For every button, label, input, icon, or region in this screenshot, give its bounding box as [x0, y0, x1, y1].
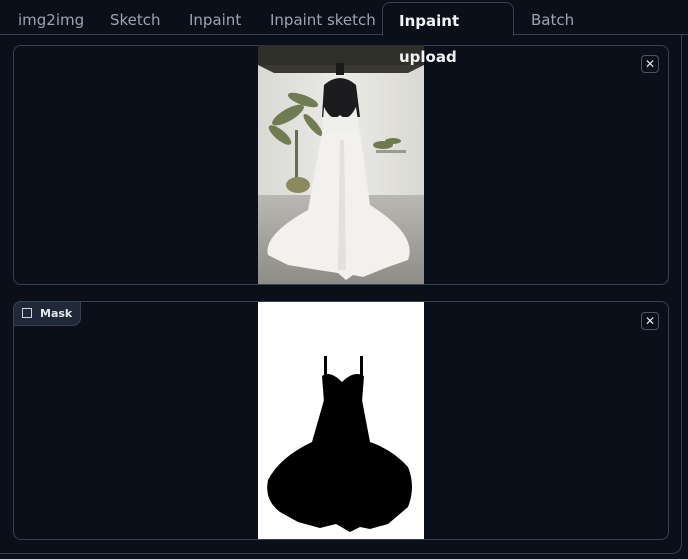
dress-mask-silhouette [258, 302, 424, 539]
mask-image [258, 302, 424, 539]
close-icon: ✕ [644, 314, 656, 328]
tab-inpaint-sketch[interactable]: Inpaint sketch [254, 2, 392, 35]
source-image [258, 45, 424, 284]
tab-inpaint[interactable]: Inpaint [173, 2, 257, 35]
tab-inpaint-upload[interactable]: Inpaint upload [382, 2, 514, 66]
clear-mask-button[interactable]: ✕ [641, 312, 659, 330]
mask-label-text: Mask [40, 307, 73, 320]
mask-label: Mask [13, 301, 82, 326]
image-icon [22, 308, 32, 318]
tab-batch[interactable]: Batch [515, 2, 590, 35]
wedding-dress-photo [258, 45, 424, 284]
tab-bar: img2img Sketch Inpaint Inpaint sketch In… [0, 0, 688, 66]
tab-sketch[interactable]: Sketch [94, 2, 177, 35]
clear-image-button[interactable]: ✕ [641, 55, 659, 73]
tab-img2img[interactable]: img2img [2, 2, 100, 35]
close-icon: ✕ [644, 57, 656, 71]
